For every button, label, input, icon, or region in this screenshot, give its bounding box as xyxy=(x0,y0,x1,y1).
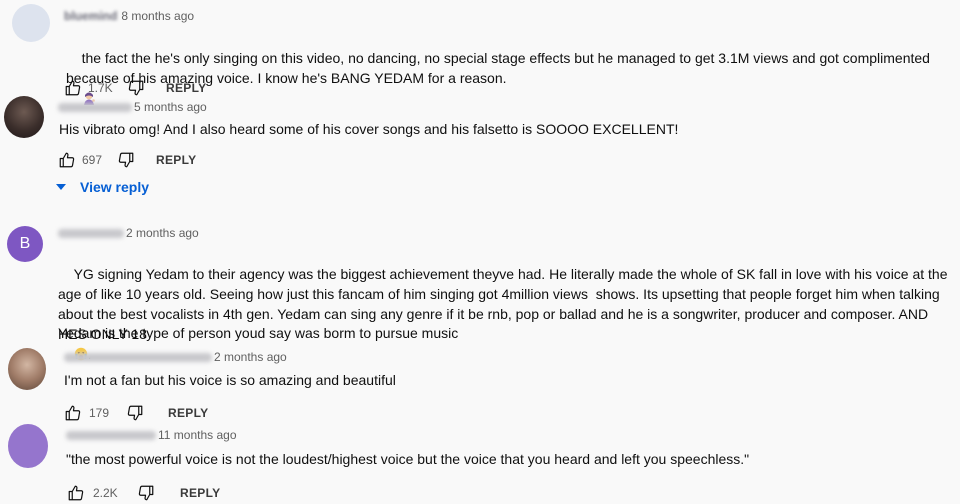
comment-actions: 2.2K REPLY xyxy=(67,484,367,504)
comment-text: His vibrato omg! And I also heard some o… xyxy=(59,121,679,137)
comment-meta: 2 months ago xyxy=(64,350,287,364)
like-count: 1.7K xyxy=(88,81,113,95)
timestamp[interactable]: 8 months ago xyxy=(121,9,194,23)
like-count: 697 xyxy=(82,153,103,167)
comment-actions: 697 REPLY xyxy=(58,151,358,171)
avatar[interactable] xyxy=(4,96,44,138)
comment-text: I'm not a fan but his voice is so amazin… xyxy=(64,372,396,388)
author-name[interactable] xyxy=(66,431,156,441)
like-count: 2.2K xyxy=(93,486,118,500)
thumb-up-icon[interactable] xyxy=(64,404,82,422)
comment-meta: bluemind 8 months ago xyxy=(64,9,194,23)
author-name[interactable] xyxy=(64,353,212,363)
avatar[interactable] xyxy=(8,424,48,468)
reply-button[interactable]: REPLY xyxy=(180,486,220,500)
comment-text-2: Yedam is the type of person youd say was… xyxy=(58,325,459,341)
like-count: 179 xyxy=(89,406,110,420)
reply-button[interactable]: REPLY xyxy=(156,153,196,167)
timestamp[interactable]: 2 months ago xyxy=(214,350,287,364)
thumb-down-icon[interactable] xyxy=(127,79,145,97)
timestamp[interactable]: 2 months ago xyxy=(126,226,199,240)
thumb-down-icon[interactable] xyxy=(137,484,155,502)
comment-5: 11 months ago "the most powerful voice i… xyxy=(0,424,960,504)
reply-button[interactable]: REPLY xyxy=(166,81,206,95)
reply-button[interactable]: REPLY xyxy=(168,406,208,420)
comment-3: B 2 months ago YG signing Yedam to their… xyxy=(0,222,960,362)
comment-meta: 5 months ago xyxy=(58,100,207,114)
comment-4: 2 months ago I'm not a fan but his voice… xyxy=(0,346,960,426)
comment-meta: 11 months ago xyxy=(66,428,237,442)
thumb-up-icon[interactable] xyxy=(64,79,82,97)
avatar[interactable] xyxy=(12,4,50,42)
thumb-down-icon[interactable] xyxy=(117,151,135,169)
thumb-down-icon[interactable] xyxy=(126,404,144,422)
timestamp[interactable]: 11 months ago xyxy=(158,428,237,442)
timestamp[interactable]: 5 months ago xyxy=(134,100,207,114)
avatar[interactable] xyxy=(8,348,46,390)
caret-down-icon xyxy=(56,184,66,190)
avatar-letter: B xyxy=(19,235,31,252)
comment-actions: 179 REPLY xyxy=(64,404,364,424)
comment-1: bluemind 8 months ago the fact the he's o… xyxy=(0,0,960,105)
thumb-up-icon[interactable] xyxy=(67,484,85,502)
comment-text: "the most powerful voice is not the loud… xyxy=(66,451,750,467)
author-name[interactable] xyxy=(58,103,132,113)
author-name[interactable] xyxy=(58,229,124,239)
avatar[interactable]: B xyxy=(7,226,43,262)
comment-meta: 2 months ago xyxy=(58,226,199,240)
thumb-up-icon[interactable] xyxy=(58,151,76,169)
author-name[interactable]: bluemind xyxy=(64,9,117,23)
view-reply-label: View reply xyxy=(80,179,150,195)
